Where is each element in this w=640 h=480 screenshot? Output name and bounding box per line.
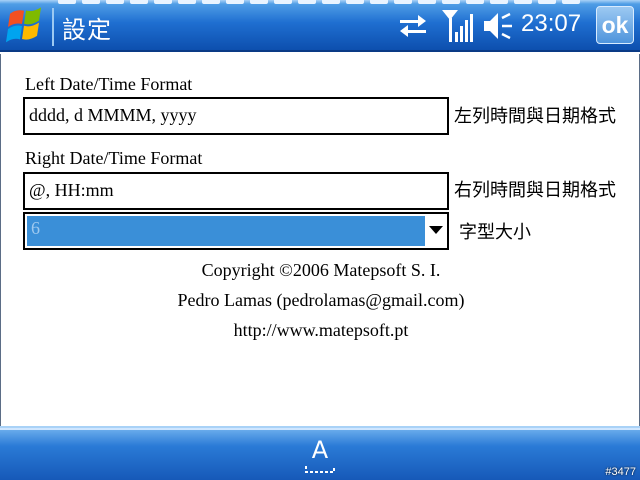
top-edge-dash — [466, 0, 484, 4]
top-edge-dash — [346, 0, 364, 4]
volume-icon — [484, 12, 512, 40]
top-edge-dash — [418, 0, 436, 4]
font-size-side-label: 字型大小 — [459, 222, 531, 243]
top-edge-dash — [82, 0, 100, 4]
settings-panel: Left Date/Time Format dddd, d MMMM, yyyy… — [0, 54, 640, 426]
author-text: Pedro Lamas (pedrolamas@gmail.com) — [177, 290, 465, 310]
top-edge-dash — [274, 0, 292, 4]
start-button[interactable] — [0, 0, 52, 52]
top-edge-dash — [226, 0, 244, 4]
clock[interactable]: 23:07 — [521, 10, 581, 38]
font-size-dropdown[interactable]: 6 — [23, 212, 449, 250]
top-edge-dash — [370, 0, 388, 4]
top-edge-dash — [130, 0, 148, 4]
top-edge-dash — [202, 0, 220, 4]
corner-watermark: #3477 — [605, 466, 636, 478]
connectivity-tray[interactable] — [396, 8, 430, 47]
top-edge-dash — [178, 0, 196, 4]
title-separator — [52, 8, 54, 46]
top-edge-dash — [298, 0, 316, 4]
top-edge-dash — [490, 0, 508, 4]
right-format-label: Right Date/Time Format — [25, 148, 203, 168]
input-panel-letter: A — [311, 436, 329, 464]
ok-button[interactable]: ok — [596, 6, 634, 44]
input-panel-button[interactable]: A — [303, 436, 337, 474]
bottom-bar-highlight — [0, 428, 640, 430]
dropdown-arrow-icon[interactable] — [429, 226, 443, 234]
left-format-label: Left Date/Time Format — [25, 74, 193, 94]
top-edge-dash — [250, 0, 268, 4]
top-edge-dash — [154, 0, 172, 4]
copyright-text: Copyright ©2006 Matepsoft S. I. — [201, 260, 441, 280]
top-edge-dash — [106, 0, 124, 4]
signal-tray[interactable] — [440, 8, 474, 49]
right-format-side-label: 右列時間與日期格式 — [454, 180, 616, 201]
window-title: 設定 — [62, 16, 112, 44]
top-edge-dash — [394, 0, 412, 4]
title-bar: 設定 23:07 ok — [0, 0, 640, 52]
top-edge-dash — [538, 0, 556, 4]
left-format-side-label: 左列時間與日期格式 — [454, 106, 616, 127]
top-edge-dash — [562, 0, 580, 4]
windows-start-icon — [6, 7, 41, 43]
left-format-input[interactable]: dddd, d MMMM, yyyy — [23, 97, 449, 135]
right-format-input[interactable]: @, HH:mm — [23, 172, 449, 210]
signal-icon — [442, 10, 473, 42]
top-edge-dash — [58, 0, 76, 4]
website-link[interactable]: http://www.matepsoft.pt — [1, 320, 640, 341]
font-size-selected-value: 6 — [27, 216, 425, 246]
top-edge-dash — [514, 0, 532, 4]
top-edge-dash — [322, 0, 340, 4]
sync-arrows-icon — [400, 15, 426, 37]
volume-tray[interactable] — [480, 8, 516, 49]
top-edge-dash — [442, 0, 460, 4]
bottom-bar: A #3477 — [0, 426, 640, 480]
